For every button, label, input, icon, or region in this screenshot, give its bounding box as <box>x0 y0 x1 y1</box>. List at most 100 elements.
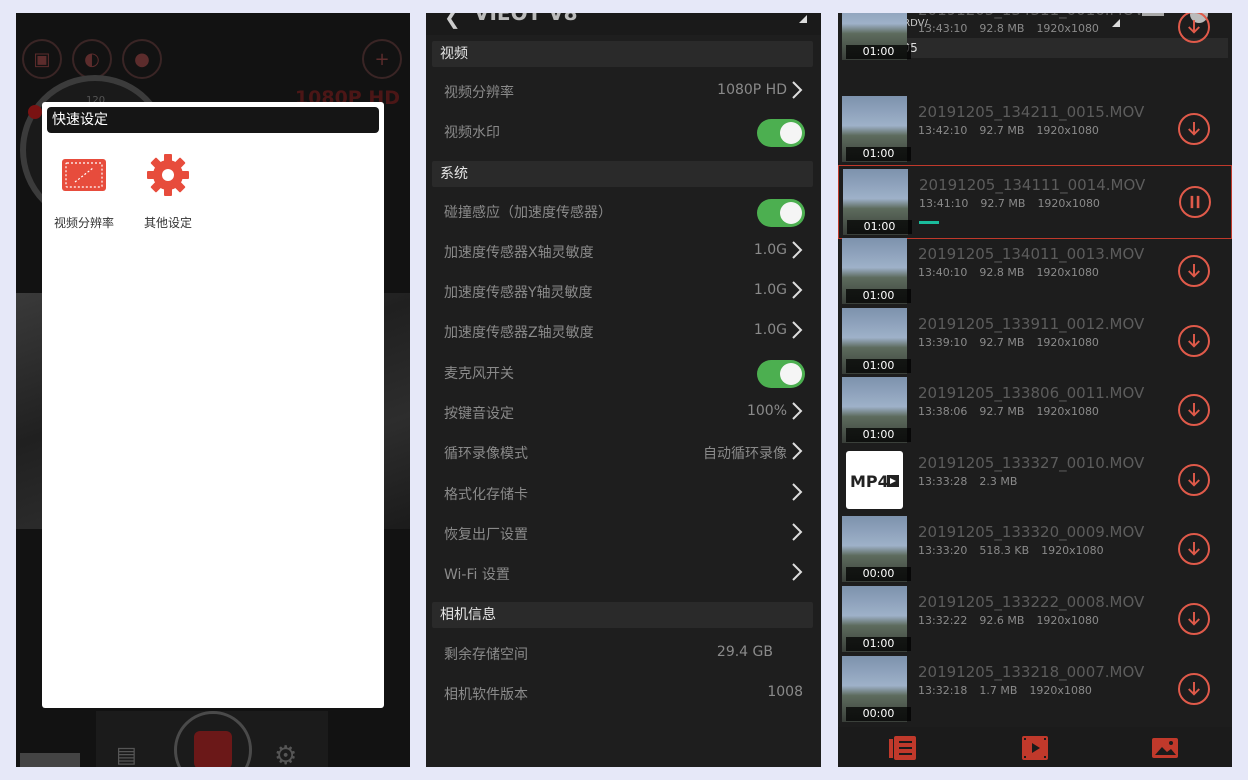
file-name: 20191205_134211_0015.MOV <box>918 103 1145 121</box>
download-icon[interactable] <box>1178 13 1210 43</box>
back-arrow-icon[interactable]: ❮ <box>444 13 461 29</box>
microphone-icon[interactable]: ● <box>122 39 162 79</box>
video-thumbnail[interactable]: 01:00 <box>842 13 911 60</box>
row-video-watermark: 视频水印 <box>426 112 821 152</box>
video-thumbnail[interactable]: 00:00 <box>842 516 911 582</box>
quick-settings-dialog: 快速设定 视频分辨率 其他设定 <box>42 102 384 708</box>
file-time: 13:32:22 <box>918 614 968 627</box>
row-label: 加速度传感器Z轴灵敏度 <box>444 325 594 341</box>
row-label: 加速度传感器X轴灵敏度 <box>444 245 594 261</box>
video-resolution-option[interactable]: 视频分辨率 <box>44 150 124 231</box>
last-capture-thumbnail[interactable] <box>20 753 80 767</box>
section-video: 视频 <box>432 41 813 67</box>
download-icon[interactable] <box>1178 255 1210 287</box>
file-meta: 13:42:10 92.7 MB 1920x1080 <box>918 124 1111 137</box>
file-meta: 13:38:06 92.7 MB 1920x1080 <box>918 405 1111 418</box>
row-label: 视频分辨率 <box>444 85 514 101</box>
file-res: 1920x1080 <box>1036 124 1099 137</box>
record-indicator-icon <box>28 105 42 119</box>
file-size: 92.7 MB <box>979 336 1025 349</box>
document-icon[interactable]: ▤ <box>116 743 137 767</box>
download-progress-bar <box>919 221 939 224</box>
brightness-icon[interactable]: ◐ <box>72 39 112 79</box>
video-thumbnail[interactable]: 00:00 <box>842 656 911 722</box>
camera-preview-panel: ▣ ◐ ● + 120 1080P HD ▤ ⚙ 快速设定 视频分辨率 其他设定 <box>16 13 410 767</box>
plus-icon[interactable]: + <box>362 39 402 79</box>
chevron-right-icon <box>792 483 803 501</box>
collision-toggle[interactable] <box>757 199 805 227</box>
download-icon[interactable] <box>1178 464 1210 496</box>
file-list-icon[interactable] <box>888 735 918 761</box>
row-value: 1.0G <box>753 322 787 338</box>
row-label: 麦克风开关 <box>444 366 514 382</box>
row-microphone: 麦克风开关 <box>426 353 821 393</box>
microphone-toggle[interactable] <box>757 360 805 388</box>
download-icon[interactable] <box>1178 394 1210 426</box>
video-thumbnail[interactable]: 01:00 <box>842 96 911 162</box>
file-name: 20191205_133222_0008.MOV <box>918 593 1145 611</box>
row-accel-y[interactable]: 加速度传感器Y轴灵敏度 1.0G <box>426 272 821 312</box>
file-row[interactable]: 01:00 20191205_133222_0008.MOV 13:32:22 92.… <box>838 583 1232 653</box>
camera-icon[interactable]: ▣ <box>22 39 62 79</box>
mp4-file-icon[interactable]: MP4 <box>842 447 907 513</box>
file-row[interactable]: 01:00 20191205_133806_0011.MOV 13:38:06 92.… <box>838 374 1232 444</box>
duration-label: 01:00 <box>846 637 911 651</box>
download-icon[interactable] <box>1178 325 1210 357</box>
video-thumbnail[interactable]: 01:00 <box>842 586 911 652</box>
download-icon[interactable] <box>1178 533 1210 565</box>
row-label: 视频水印 <box>444 125 500 141</box>
dialog-title: 快速设定 <box>47 107 379 133</box>
duration-label: 00:00 <box>846 707 911 721</box>
file-row[interactable]: 01:00 20191205_134011_0013.MOV 13:40:10 92.… <box>838 235 1232 305</box>
video-thumbnail[interactable]: 01:00 <box>842 238 911 304</box>
file-row[interactable]: 01:00 20191205_133911_0012.MOV 13:39:10 92.… <box>838 305 1232 375</box>
duration-label: 01:00 <box>846 428 911 442</box>
video-play-icon[interactable] <box>1020 735 1050 761</box>
record-square-icon <box>194 731 232 767</box>
row-video-resolution[interactable]: 视频分辨率 1080P HD <box>426 72 821 112</box>
row-key-sound[interactable]: 按键音设定 100% <box>426 393 821 433</box>
photo-gallery-icon[interactable] <box>1150 735 1180 761</box>
pause-icon[interactable] <box>1179 186 1211 218</box>
signal-icon <box>799 15 807 23</box>
row-wifi[interactable]: Wi-Fi 设置 <box>426 554 821 594</box>
file-row[interactable]: 01:00 20191205_134111_0014.MOV 13:41:10 92.… <box>838 165 1232 239</box>
file-row[interactable]: 01:00 20191205_134211_0015.MOV 13:42:10 92.… <box>838 93 1232 163</box>
file-row[interactable]: 00:00 20191205_133320_0009.MOV 13:33:20 518… <box>838 513 1232 583</box>
gear-icon <box>147 154 189 196</box>
row-accel-x[interactable]: 加速度传感器X轴灵敏度 1.0G <box>426 232 821 272</box>
file-meta: 13:43:10 92.8 MB 1920x1080 <box>918 22 1111 35</box>
download-icon[interactable] <box>1178 113 1210 145</box>
file-meta: 13:41:10 92.7 MB 1920x1080 <box>919 197 1112 210</box>
file-time: 13:43:10 <box>918 22 968 35</box>
row-label: 相机软件版本 <box>444 687 528 703</box>
row-loop-mode[interactable]: 循环录像模式 自动循环录像 <box>426 433 821 473</box>
row-label: 循环录像模式 <box>444 446 528 462</box>
video-thumbnail[interactable]: 01:00 <box>842 308 911 374</box>
chevron-right-icon <box>792 402 803 420</box>
file-size: 92.6 MB <box>979 614 1025 627</box>
row-accel-z[interactable]: 加速度传感器Z轴灵敏度 1.0G <box>426 312 821 352</box>
video-thumbnail[interactable]: 01:00 <box>843 169 912 235</box>
file-res: 1920x1080 <box>1036 266 1099 279</box>
file-row[interactable]: 01:00 20191205_134311_0016.MOV 13:43:10 92.… <box>838 13 1232 61</box>
other-settings-option[interactable]: 其他设定 <box>128 150 208 231</box>
row-firmware: 相机软件版本 1008 <box>426 674 821 714</box>
watermark-toggle[interactable] <box>757 119 805 147</box>
file-name: 20191205_134111_0014.MOV <box>919 176 1146 194</box>
chevron-right-icon <box>792 321 803 339</box>
download-icon[interactable] <box>1178 673 1210 705</box>
download-icon[interactable] <box>1178 603 1210 635</box>
file-res: 1920x1080 <box>1029 684 1092 697</box>
row-format-card[interactable]: 格式化存储卡 <box>426 474 821 514</box>
row-factory-reset[interactable]: 恢复出厂设置 <box>426 514 821 554</box>
section-system: 系统 <box>432 161 813 187</box>
svg-text:MP4: MP4 <box>850 472 889 491</box>
file-row[interactable]: MP4 20191205_133327_0010.MOV 13:33:28 2.3 M… <box>838 444 1232 514</box>
settings-gear-icon[interactable]: ⚙ <box>274 741 297 767</box>
chevron-right-icon <box>792 81 803 99</box>
file-row[interactable]: 00:00 20191205_133218_0007.MOV 13:32:18 1.7… <box>838 653 1232 723</box>
video-thumbnail[interactable]: 01:00 <box>842 377 911 443</box>
chevron-right-icon <box>792 442 803 460</box>
row-label: Wi-Fi 设置 <box>444 567 510 583</box>
